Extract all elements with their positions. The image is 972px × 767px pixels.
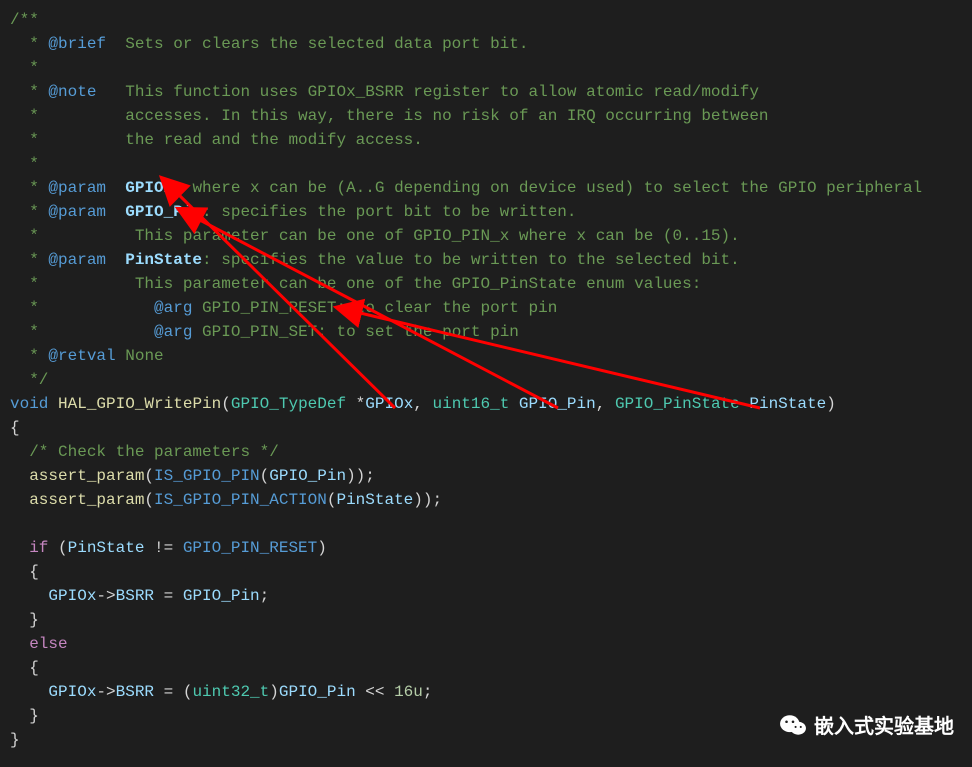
type-uint32: uint32_t: [192, 683, 269, 701]
param1-desc: : where x can be (A..G depending on devi…: [173, 179, 922, 197]
doxygen-tag-param: @param: [48, 179, 106, 197]
code-editor: /** * @brief Sets or clears the selected…: [0, 0, 972, 760]
type-pinstate: GPIO_PinState: [615, 395, 740, 413]
watermark-text: 嵌入式实验基地: [814, 710, 954, 739]
assert-call: assert_param: [29, 467, 144, 485]
const-reset: GPIO_PIN_RESET: [183, 539, 317, 557]
shift-literal: 16u: [394, 683, 423, 701]
doxygen-tag-note: @note: [48, 83, 96, 101]
keyword-else: else: [29, 635, 67, 653]
arg1-text: GPIO_PIN_RESET: to clear the port pin: [202, 299, 557, 317]
arg-gpiopin: GPIO_Pin: [519, 395, 596, 413]
comment-close: */: [29, 371, 48, 389]
doxygen-tag-brief: @brief: [48, 35, 106, 53]
param3-desc2: This parameter can be one of the GPIO_Pi…: [135, 275, 702, 293]
param2-name: GPIO_Pin: [125, 203, 202, 221]
param2-desc: : specifies the port bit to be written.: [202, 203, 576, 221]
macro-isgpioaction: IS_GPIO_PIN_ACTION: [154, 491, 327, 509]
keyword-void: void: [10, 395, 48, 413]
note-line1: This function uses GPIOx_BSRR register t…: [125, 83, 759, 101]
arg-pinstate: PinState: [749, 395, 826, 413]
macro-isgpiopin: IS_GPIO_PIN: [154, 467, 260, 485]
arg2-text: GPIO_PIN_SET: to set the port pin: [202, 323, 519, 341]
note-line2: accesses. In this way, there is no risk …: [125, 107, 768, 125]
param1-name: GPIOx: [125, 179, 173, 197]
param2-desc2: This parameter can be one of GPIO_PIN_x …: [135, 227, 740, 245]
field-bsrr: BSRR: [116, 587, 154, 605]
arg-gpiox: GPIOx: [365, 395, 413, 413]
note-line3: the read and the modify access.: [125, 131, 423, 149]
retval-text: None: [125, 347, 163, 365]
function-name: HAL_GPIO_WritePin: [58, 395, 221, 413]
wechat-icon: [780, 714, 806, 736]
watermark: 嵌入式实验基地: [780, 710, 954, 739]
param3-name: PinState: [125, 251, 202, 269]
doxygen-tag-arg: @arg: [154, 299, 192, 317]
body-comment: /* Check the parameters */: [29, 443, 279, 461]
comment-open: /**: [10, 11, 39, 29]
keyword-if: if: [29, 539, 48, 557]
doxygen-tag-retval: @retval: [48, 347, 115, 365]
brief-text: Sets or clears the selected data port bi…: [125, 35, 528, 53]
type-uint16: uint16_t: [433, 395, 510, 413]
param3-desc: : specifies the value to be written to t…: [202, 251, 740, 269]
type-gpiotypedef: GPIO_TypeDef: [231, 395, 346, 413]
